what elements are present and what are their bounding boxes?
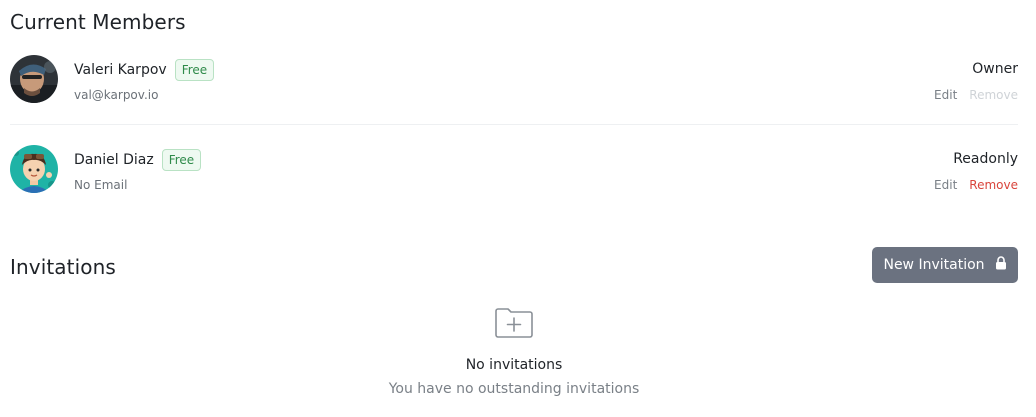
member-row: Valeri Karpov Free val@karpov.io Owner E… [10,55,1018,125]
remove-button[interactable]: Remove [969,178,1018,192]
member-actions: Edit Remove [934,88,1018,102]
empty-state-subtitle: You have no outstanding invitations [388,381,640,397]
member-email: val@karpov.io [74,88,159,102]
plan-badge: Free [174,59,215,81]
member-name-line: Valeri Karpov Free [74,58,215,82]
edit-button[interactable]: Edit [934,88,957,102]
member-name: Daniel Diaz [74,152,154,168]
remove-button-disabled: Remove [969,88,1018,102]
folder-plus-icon [494,306,534,340]
member-actions: Edit Remove [934,178,1018,192]
plan-badge: Free [161,149,202,171]
empty-state: No invitations You have no outstanding i… [10,306,1018,397]
member-role[interactable]: Readonly [953,151,1018,167]
empty-state-title: No invitations [465,357,563,373]
avatar [10,55,58,103]
edit-button[interactable]: Edit [934,178,957,192]
member-role[interactable]: Owner [972,61,1018,77]
divider [10,124,1018,125]
invitations-title: Invitations [10,255,116,279]
member-name: Valeri Karpov [74,62,167,78]
current-members-title: Current Members [10,10,186,34]
lock-icon [995,256,1007,274]
member-email: No Email [74,178,128,192]
member-name-line: Daniel Diaz Free [74,148,202,172]
member-row: Daniel Diaz Free No Email Readonly Edit … [10,145,1018,215]
avatar [10,145,58,193]
new-invitation-label: New Invitation [883,257,985,273]
new-invitation-button[interactable]: New Invitation [872,247,1018,283]
